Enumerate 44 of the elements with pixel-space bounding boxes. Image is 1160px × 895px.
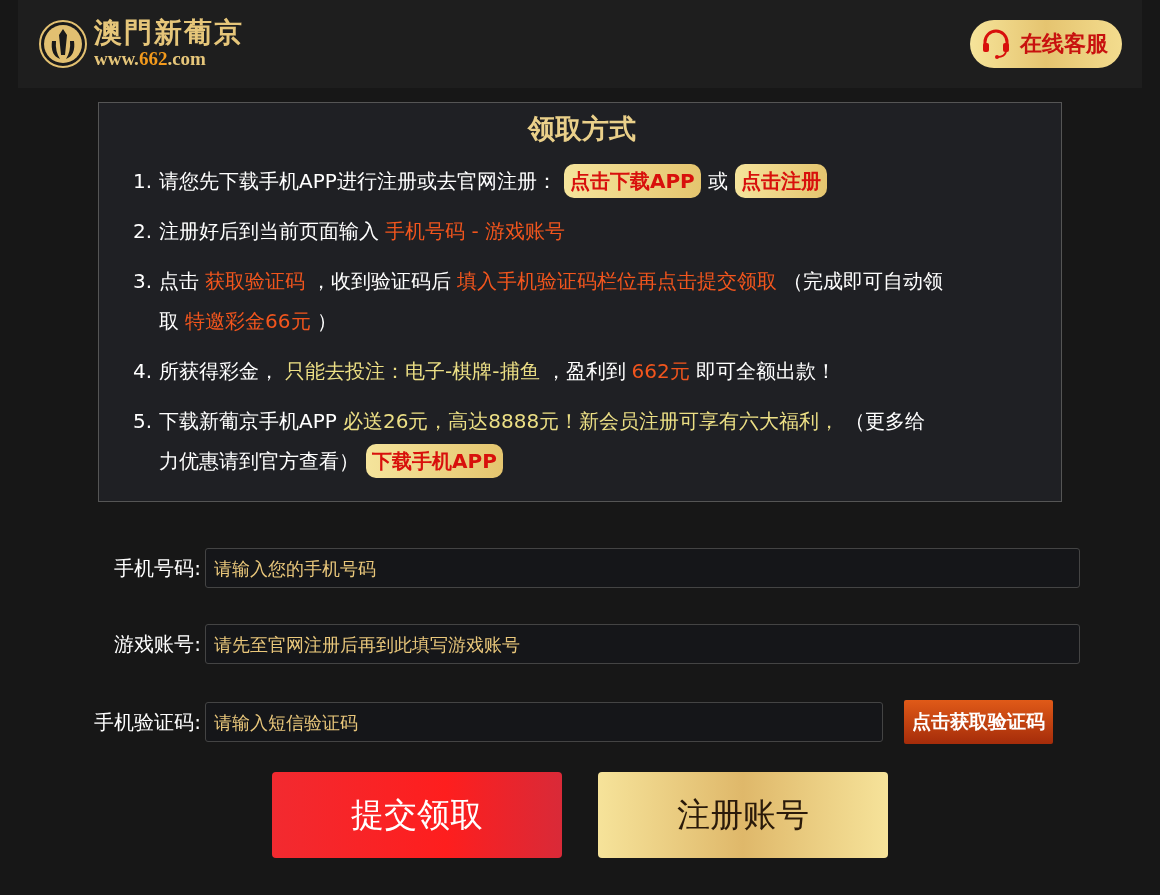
step-text: ，收到验证码后 xyxy=(311,269,452,293)
step-number: 3. xyxy=(133,268,153,295)
field-label: 手机验证码: xyxy=(93,708,201,736)
input-field[interactable]: 请先至官网注册后再到此填写游戏账号 xyxy=(205,624,1080,664)
input-field[interactable]: 请输入您的手机号码 xyxy=(205,548,1080,588)
step-text: 所获得彩金， xyxy=(159,359,280,383)
download-button[interactable]: 点击注册 xyxy=(734,164,827,198)
highlight-text: 只能去投注：电子-棋牌-捕鱼 xyxy=(285,359,540,383)
highlight-text: 填入手机验证码栏位再点击提交领取 xyxy=(457,269,778,293)
download-button[interactable]: 下载手机APP xyxy=(366,444,503,478)
step-text: ） xyxy=(316,309,337,333)
download-button[interactable]: 点击下载APP xyxy=(563,164,701,198)
step-text: （完成即可自动领 xyxy=(783,269,944,293)
headset-icon xyxy=(980,28,1012,60)
highlight-text: 获取验证码 xyxy=(205,269,306,293)
step-text: 力优惠请到官方查看） xyxy=(159,449,360,473)
step-text: （更多给 xyxy=(845,409,926,433)
step-text: 下载新葡京手机APP xyxy=(159,409,337,433)
step-text: 请您先下载手机APP进行注册或去官网注册： xyxy=(159,169,557,193)
step-text: 或 xyxy=(707,169,728,193)
highlight-text: 特邀彩金66元 xyxy=(185,309,311,333)
step-number: 1. xyxy=(133,168,153,195)
logo-url: www.662.com xyxy=(94,48,207,71)
step-number: 2. xyxy=(133,218,153,245)
step-text: ，盈利到 xyxy=(545,359,626,383)
step-text: 取 xyxy=(159,309,180,333)
highlight-text: 662元 xyxy=(631,359,690,383)
step-text: 注册好后到当前页面输入 xyxy=(159,219,380,243)
input-field[interactable]: 请输入短信验证码 xyxy=(205,702,883,742)
step-text: 点击 xyxy=(159,269,200,293)
get-code-button[interactable]: 点击获取验证码 xyxy=(904,700,1053,744)
field-label: 手机号码: xyxy=(113,554,201,582)
register-button[interactable]: 注册账号 xyxy=(598,772,888,858)
highlight-text: 手机号码 - 游戏账号 xyxy=(385,219,566,243)
field-label: 游戏账号: xyxy=(113,630,201,658)
support-button[interactable]: 在线客服 xyxy=(970,20,1122,68)
logo-icon xyxy=(38,19,88,69)
step-text: 即可全额出款！ xyxy=(695,359,836,383)
logo-name: 澳門新葡京 xyxy=(94,17,244,49)
step-number: 4. xyxy=(133,358,153,385)
submit-button[interactable]: 提交领取 xyxy=(272,772,562,858)
step-number: 5. xyxy=(133,408,153,435)
panel-title: 领取方式 xyxy=(526,112,637,146)
highlight-text: 必送26元，高达8888元！新会员注册可享有六大福利， xyxy=(342,409,840,433)
